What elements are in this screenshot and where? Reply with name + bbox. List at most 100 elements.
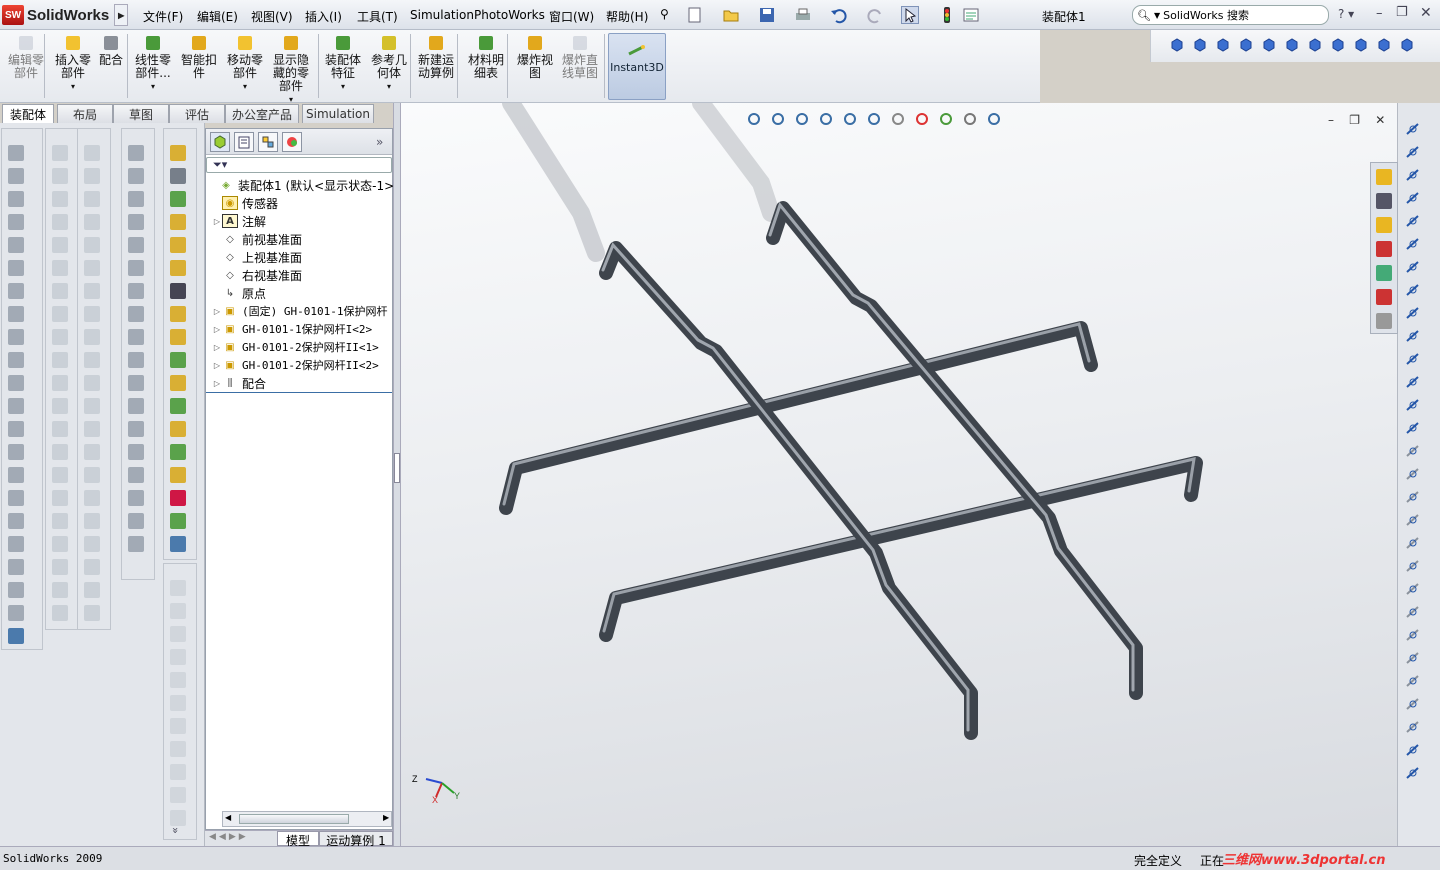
sketch-tool-20-icon[interactable] <box>1405 581 1421 597</box>
tree-node[interactable]: ◉ 传感器 <box>212 194 278 212</box>
dropdown-arrow-icon[interactable]: ▾ <box>387 80 391 93</box>
tool-3-7-icon[interactable] <box>128 306 144 322</box>
tree-node[interactable]: ▷ ▣ GH-0101-2保护网杆II<1> <box>212 338 379 356</box>
dropdown-arrow-icon[interactable]: ▾ <box>71 80 75 93</box>
zoom-area-icon[interactable] <box>770 111 788 127</box>
sketch-tool-19-icon[interactable] <box>1405 558 1421 574</box>
sketch-tool-5-icon[interactable] <box>1405 236 1421 252</box>
sketch-tool-14-icon[interactable] <box>1405 443 1421 459</box>
pin-arrow-icon[interactable]: ▶ <box>114 4 129 26</box>
tool-0-3-icon[interactable] <box>8 214 24 230</box>
dimetric-view-icon[interactable] <box>1376 37 1392 53</box>
sketch-tool-4-icon[interactable] <box>1405 213 1421 229</box>
menu-5[interactable]: Simulation <box>410 8 474 22</box>
search-input[interactable]: SolidWorks 搜索 <box>1163 7 1249 23</box>
tool-4-3-icon[interactable] <box>170 214 186 230</box>
tool-5-7-icon[interactable] <box>170 741 186 757</box>
motion-study-button[interactable]: 新建运 动算例 <box>413 34 459 100</box>
front-view-icon[interactable] <box>1192 37 1208 53</box>
tool-2-17-icon[interactable] <box>84 536 100 552</box>
tool-0-21-icon[interactable] <box>8 628 24 644</box>
tool-2-2-icon[interactable] <box>84 191 100 207</box>
sketch-tool-15-icon[interactable] <box>1405 466 1421 482</box>
tool-1-18-icon[interactable] <box>52 559 68 575</box>
tool-0-10-icon[interactable] <box>8 375 24 391</box>
instant3d-button[interactable]: Instant3D <box>608 33 666 100</box>
view-orientation-icon[interactable] <box>842 111 860 127</box>
tree-node[interactable]: ◇ 右视基准面 <box>212 266 302 284</box>
tab-model[interactable]: 模型 <box>277 831 319 848</box>
tool-1-3-icon[interactable] <box>52 214 68 230</box>
tree-filter[interactable]: ⏷▾ <box>206 157 392 173</box>
bottom-view-icon[interactable] <box>1307 37 1323 53</box>
undo-icon[interactable] <box>830 6 848 24</box>
sketch-tool-9-icon[interactable] <box>1405 328 1421 344</box>
viewport-restore-icon[interactable]: ❐ <box>1349 113 1360 127</box>
sketch-tool-28-icon[interactable] <box>1405 765 1421 781</box>
redo-icon[interactable] <box>866 6 884 24</box>
tab-2[interactable]: 草图 <box>113 104 169 123</box>
tool-1-5-icon[interactable] <box>52 260 68 276</box>
tool-4-4-icon[interactable] <box>170 237 186 253</box>
tool-2-8-icon[interactable] <box>84 329 100 345</box>
sketch-tool-18-icon[interactable] <box>1405 535 1421 551</box>
tool-0-19-icon[interactable] <box>8 582 24 598</box>
viewport-close-icon[interactable]: ✕ <box>1375 113 1385 127</box>
tool-5-6-icon[interactable] <box>170 718 186 734</box>
search-box[interactable]: 🔍︎ ▼ SolidWorks 搜索 <box>1132 5 1329 25</box>
save-icon[interactable] <box>758 6 776 24</box>
tree-node[interactable]: ▷ ▣ (固定) GH-0101-1保护网杆 <box>212 302 388 320</box>
tool-1-11-icon[interactable] <box>52 398 68 414</box>
dropdown-arrow-icon[interactable]: ▾ <box>151 80 155 93</box>
appearance-icon[interactable] <box>914 111 932 127</box>
sketch-tool-8-icon[interactable] <box>1405 305 1421 321</box>
tool-3-5-icon[interactable] <box>128 260 144 276</box>
tool-0-15-icon[interactable] <box>8 490 24 506</box>
tool-4-2-icon[interactable] <box>170 191 186 207</box>
print-icon[interactable] <box>794 6 812 24</box>
restore-icon[interactable]: ❐ <box>1396 5 1408 20</box>
tool-0-18-icon[interactable] <box>8 559 24 575</box>
tool-3-13-icon[interactable] <box>128 444 144 460</box>
tool-4-11-icon[interactable] <box>170 398 186 414</box>
expand-arrow-icon[interactable]: ▷ <box>212 361 222 370</box>
tool-2-0-icon[interactable] <box>84 145 100 161</box>
reference-geometry-button[interactable]: 参考几 何体 ▾ <box>366 34 412 100</box>
model-view[interactable]: Z X Y <box>401 103 1397 846</box>
featuremanager-tab-icon[interactable] <box>210 132 230 152</box>
view-palette-icon[interactable] <box>1376 265 1392 281</box>
smart-fastener-button[interactable]: 智能扣 件 <box>176 34 222 100</box>
sketch-tool-25-icon[interactable] <box>1405 696 1421 712</box>
select-arrow-icon[interactable] <box>901 6 919 24</box>
right-view-icon[interactable] <box>1261 37 1277 53</box>
tool-1-0-icon[interactable] <box>52 145 68 161</box>
tool-5-10-icon[interactable] <box>170 810 186 826</box>
custom-properties-icon[interactable] <box>1376 313 1392 329</box>
tool-2-15-icon[interactable] <box>84 490 100 506</box>
sketch-tool-12-icon[interactable] <box>1405 397 1421 413</box>
minimize-icon[interactable]: – <box>1376 6 1383 21</box>
menu-6[interactable]: PhotoWorks <box>474 8 545 22</box>
menu-3[interactable]: 插入(I) <box>305 8 342 25</box>
assembly-feature-button[interactable]: 装配体 特征 ▾ <box>320 34 366 100</box>
menu-8[interactable]: 帮助(H) <box>606 8 648 25</box>
tree-node[interactable]: ◇ 前视基准面 <box>212 230 302 248</box>
tool-0-2-icon[interactable] <box>8 191 24 207</box>
move-component-button[interactable]: 移动零 部件 ▾ <box>222 34 268 100</box>
tool-1-7-icon[interactable] <box>52 306 68 322</box>
tool-2-10-icon[interactable] <box>84 375 100 391</box>
tool-5-9-icon[interactable] <box>170 787 186 803</box>
tool-3-14-icon[interactable] <box>128 467 144 483</box>
mate-button[interactable]: 配合 <box>96 34 126 100</box>
exploded-view-button[interactable]: 爆炸视 图 <box>512 34 558 100</box>
more-tools-icon[interactable]: » <box>169 827 182 834</box>
tool-4-7-icon[interactable] <box>170 306 186 322</box>
tool-2-1-icon[interactable] <box>84 168 100 184</box>
tool-3-1-icon[interactable] <box>128 168 144 184</box>
search-results-icon[interactable] <box>1376 241 1392 257</box>
tool-0-9-icon[interactable] <box>8 352 24 368</box>
scroll-left-icon[interactable]: ◀ <box>225 813 231 822</box>
tool-1-8-icon[interactable] <box>52 329 68 345</box>
sketch-tool-7-icon[interactable] <box>1405 282 1421 298</box>
tab-5[interactable]: Simulation <box>302 104 374 123</box>
